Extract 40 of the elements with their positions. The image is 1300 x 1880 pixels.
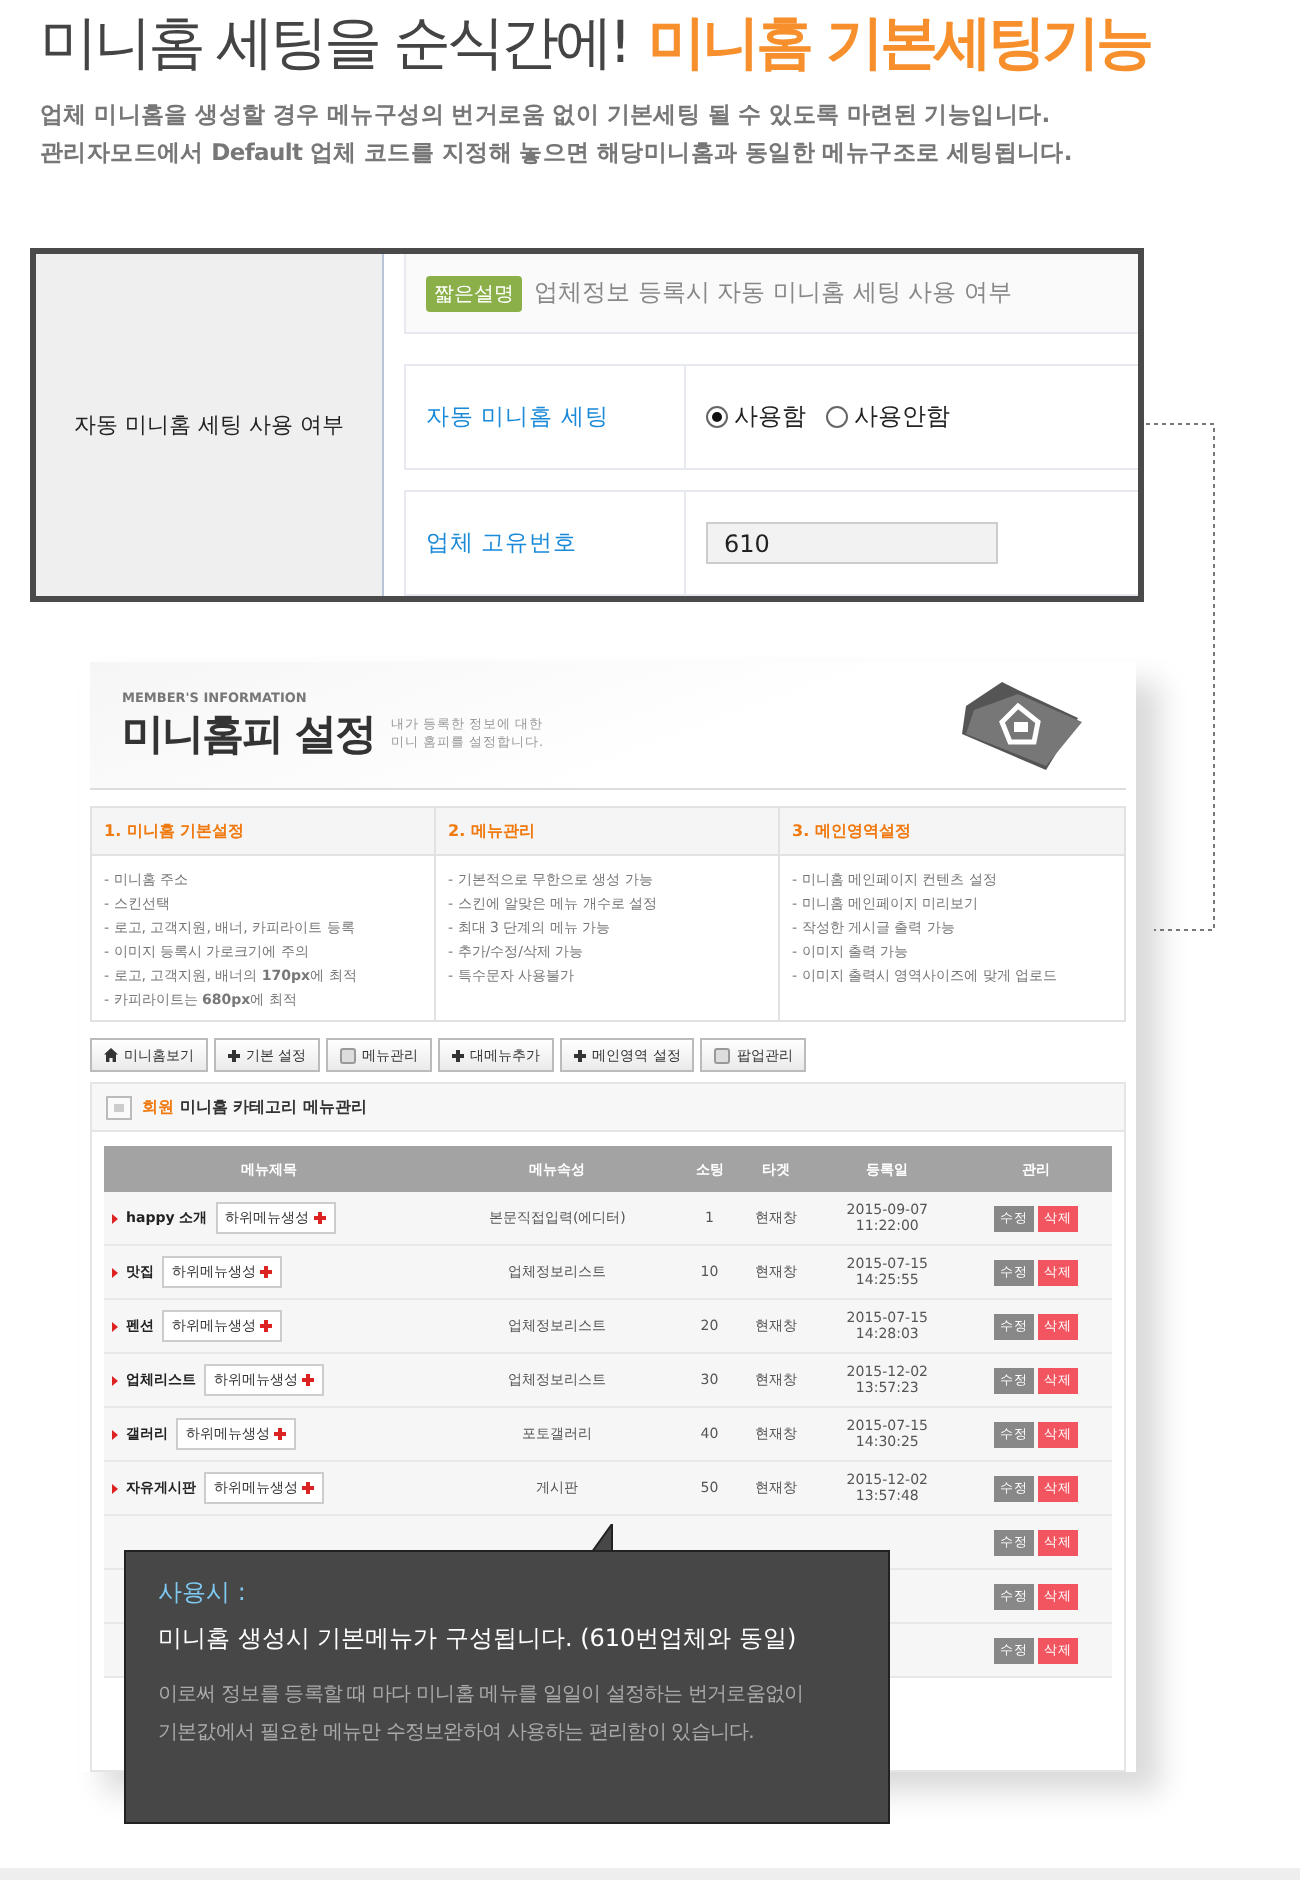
arrow-icon	[112, 1213, 118, 1223]
radio-option[interactable]: 사용함	[706, 400, 806, 435]
plus-icon	[228, 1049, 240, 1061]
section-title: 2. 메뉴관리	[448, 820, 535, 842]
radio-option[interactable]: 사용안함	[826, 400, 950, 435]
arrow-icon	[112, 1375, 118, 1385]
input-field[interactable]: 610	[706, 522, 998, 565]
field-label: 자동 미니홈 세팅	[426, 402, 609, 433]
arrow-icon	[112, 1267, 118, 1277]
plus-icon	[452, 1049, 465, 1061]
tooltip-text: 기본값에서 필요한 메뉴만 수정보완하여 사용하는 편리함이 있습니다.	[158, 1720, 756, 1748]
page-icon	[106, 1095, 132, 1119]
description-text: 업체정보 등록시 자동 미니홈 세팅 사용 여부	[534, 276, 1012, 311]
page-title: 미니홈피 설정	[122, 707, 375, 761]
badge: 짧은설명	[426, 275, 522, 312]
tooltip-heading: 사용시 :	[158, 1576, 248, 1610]
page-icon	[714, 1047, 731, 1063]
plus-icon	[302, 1482, 314, 1494]
section-title: 3. 메인영역설정	[792, 820, 911, 842]
home-icon	[104, 1048, 118, 1062]
plus-icon	[574, 1049, 587, 1061]
plus-icon	[260, 1266, 272, 1278]
intro-text: 업체 미니홈을 생성할 경우 메뉴구성의 번거로움 없이 기본세팅 될 수 있도록 마련된 기능입니다.	[40, 100, 1052, 130]
plus-icon	[260, 1320, 272, 1332]
tooltip-text: 이로써 정보를 등록할 때 마다 미니홈 메뉴를 일일이 설정하는 번거로움없이	[158, 1682, 806, 1710]
tooltip-lead: 미니홈 생성시 기본메뉴가 구성됩니다. (610번업체와 동일)	[158, 1622, 799, 1656]
plus-icon	[302, 1374, 314, 1386]
headline-highlight: 미니홈 기본세팅기능	[648, 6, 1151, 80]
field-label: 업체 고유번호	[426, 528, 578, 559]
row-label: 자동 미니홈 세팅 사용 여부	[74, 410, 344, 440]
plus-icon	[313, 1212, 326, 1224]
arrow-icon	[112, 1321, 118, 1331]
intro-text: 관리자모드에서 Default 업체 코드를 지정해 놓으면 해당미니홈과 동일한 메뉴구조로 세팅됩니다.	[40, 138, 1074, 168]
section-title: 1. 미니홈 기본설정	[104, 820, 245, 842]
page-icon	[340, 1047, 357, 1063]
plus-icon	[274, 1428, 286, 1440]
arrow-icon	[112, 1483, 118, 1493]
headline: 미니홈 세팅을 순식간에!	[40, 6, 629, 80]
arrow-icon	[112, 1429, 118, 1439]
panel-title: 회원 미니홈 카테고리 메뉴관리	[142, 1096, 367, 1118]
